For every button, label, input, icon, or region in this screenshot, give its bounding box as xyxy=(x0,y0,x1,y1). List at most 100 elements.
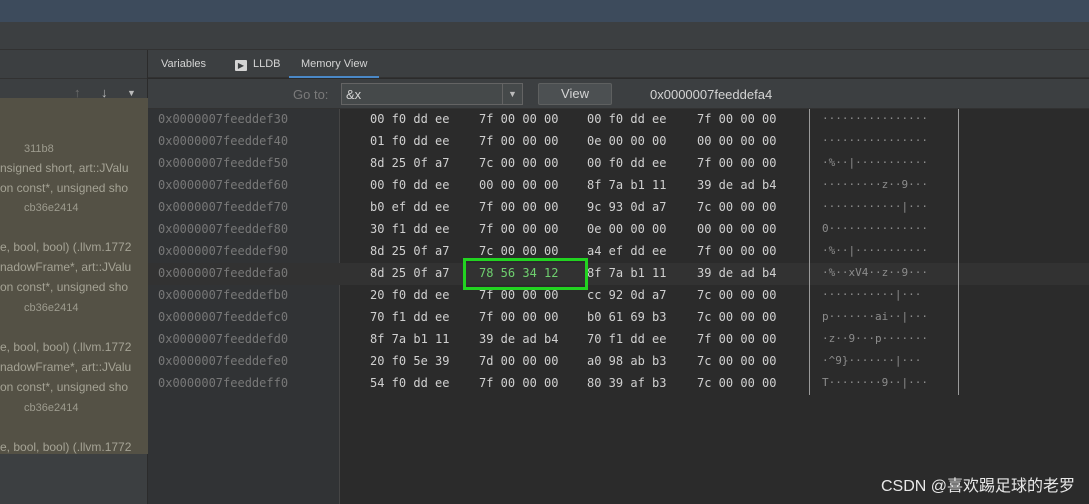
memory-address: 0x0000007feeddefa0 xyxy=(158,266,289,280)
highlight-box xyxy=(463,258,588,290)
memory-bytes: 8d 25 0f a7 xyxy=(370,244,450,258)
memory-address: 0x0000007feeddefb0 xyxy=(158,288,289,302)
memory-address: 0x0000007feeddef90 xyxy=(158,244,289,258)
frame-text[interactable]: e, bool, bool) (.llvm.1772 xyxy=(0,440,131,454)
memory-ascii: ·%··|··········· xyxy=(822,156,928,169)
memory-ascii: ···········|··· xyxy=(822,288,922,301)
frame-text[interactable]: e, bool, bool) (.llvm.1772 xyxy=(0,340,131,354)
memory-bytes: 7c 00 00 00 xyxy=(697,288,777,302)
memory-ascii: ················ xyxy=(822,134,928,147)
memory-row[interactable]: 0x0000007feeddefd0 8f 7a b1 11 39 de ad b4… xyxy=(148,329,1089,351)
memory-row[interactable]: 0x0000007feeddef90 8d 25 0f a7 7c 00 00 00… xyxy=(148,241,1089,263)
memory-address: 0x0000007feeddef60 xyxy=(158,178,289,192)
memory-row[interactable]: 0x0000007feeddef30 00 f0 dd ee 7f 00 00 00… xyxy=(148,109,1089,131)
memory-row[interactable]: 0x0000007feeddef70 b0 ef dd ee 7f 00 00 00… xyxy=(148,197,1089,219)
frame-text: cb36e2414 xyxy=(24,202,79,214)
memory-row[interactable]: 0x0000007feeddef50 8d 25 0f a7 7c 00 00 00… xyxy=(148,153,1089,175)
view-button[interactable]: View xyxy=(538,83,612,105)
memory-bytes: 7f 00 00 00 xyxy=(479,310,559,324)
goto-bar: Go to: ▼ View 0x0000007feeddefa4 xyxy=(148,79,1089,109)
memory-bytes: 7f 00 00 00 xyxy=(479,376,559,390)
memory-bytes: 7f 00 00 00 xyxy=(479,200,559,214)
memory-bytes: 00 00 00 00 xyxy=(697,134,777,148)
memory-bytes: 00 00 00 00 xyxy=(697,222,777,236)
frame-text: cb36e2414 xyxy=(24,302,79,314)
frame-text[interactable]: on const*, unsigned sho xyxy=(0,280,128,294)
memory-bytes: 39 de ad b4 xyxy=(479,332,559,346)
memory-address: 0x0000007feeddefd0 xyxy=(158,332,289,346)
memory-row[interactable]: 0x0000007feeddef80 30 f1 dd ee 7f 00 00 00… xyxy=(148,219,1089,241)
memory-address: 0x0000007feeddef70 xyxy=(158,200,289,214)
tab-variables[interactable]: Variables xyxy=(161,50,206,78)
frame-text: 311b8 xyxy=(24,143,54,155)
memory-address: 0x0000007feeddef50 xyxy=(158,156,289,170)
memory-bytes: 7c 00 00 00 xyxy=(697,310,777,324)
memory-bytes: 9c 93 0d a7 xyxy=(587,200,667,214)
memory-bytes: 80 39 af b3 xyxy=(587,376,667,390)
memory-row[interactable]: 0x0000007feeddefb0 20 f0 dd ee 7f 00 00 00… xyxy=(148,285,1089,307)
frame-text[interactable]: on const*, unsigned sho xyxy=(0,181,128,195)
memory-address: 0x0000007feeddefc0 xyxy=(158,310,289,324)
goto-input[interactable] xyxy=(346,87,496,101)
dropdown-icon[interactable]: ▼ xyxy=(127,88,136,98)
memory-address: 0x0000007feeddef40 xyxy=(158,134,289,148)
memory-bytes: 7f 00 00 00 xyxy=(697,332,777,346)
main-toolbar xyxy=(0,22,1089,50)
memory-bytes: 70 f1 dd ee xyxy=(587,332,667,346)
memory-bytes: 39 de ad b4 xyxy=(697,266,777,280)
memory-bytes: 54 f0 dd ee xyxy=(370,376,450,390)
frames-panel-top xyxy=(0,50,147,78)
tab-lldb[interactable]: ▶ LLDB xyxy=(235,50,281,78)
memory-bytes: 7f 00 00 00 xyxy=(479,288,559,302)
memory-row[interactable]: 0x0000007feeddefc0 70 f1 dd ee 7f 00 00 00… xyxy=(148,307,1089,329)
memory-row[interactable]: 0x0000007feeddef40 01 f0 dd ee 7f 00 00 00… xyxy=(148,131,1089,153)
memory-bytes: 7f 00 00 00 xyxy=(479,134,559,148)
memory-bytes: cc 92 0d a7 xyxy=(587,288,667,302)
memory-bytes: a4 ef dd ee xyxy=(587,244,667,258)
goto-label: Go to: xyxy=(293,87,329,102)
frame-text: cb36e2414 xyxy=(24,402,79,414)
goto-combobox[interactable]: ▼ xyxy=(341,83,523,105)
memory-ascii: ·········z··9··· xyxy=(822,178,928,191)
memory-view: 0x0000007feeddef30 00 f0 dd ee 7f 00 00 00… xyxy=(148,109,1089,504)
memory-bytes: b0 61 69 b3 xyxy=(587,310,667,324)
memory-address: 0x0000007feeddef80 xyxy=(158,222,289,236)
memory-ascii: ·^9}·······|··· xyxy=(822,354,922,367)
memory-bytes: 00 f0 dd ee xyxy=(587,112,667,126)
frames-list: 311b8 nsigned short, art::JValu on const… xyxy=(0,98,148,454)
memory-row[interactable]: 0x0000007feeddefa0 8d 25 0f a7 78 56 34 12… xyxy=(148,263,1089,285)
memory-bytes: 7f 00 00 00 xyxy=(479,222,559,236)
watermark: CSDN @喜欢踢足球的老罗 xyxy=(880,478,1075,495)
memory-ascii: 0··············· xyxy=(822,222,928,235)
tab-label: Memory View xyxy=(301,58,368,70)
memory-bytes: 8d 25 0f a7 xyxy=(370,266,450,280)
memory-bytes: 20 f0 5e 39 xyxy=(370,354,450,368)
frame-text[interactable]: e, bool, bool) (.llvm.1772 xyxy=(0,240,131,254)
memory-row[interactable]: 0x0000007feeddef60 00 f0 dd ee 00 00 00 00… xyxy=(148,175,1089,197)
terminal-icon: ▶ xyxy=(235,60,247,71)
chevron-down-icon[interactable]: ▼ xyxy=(502,84,522,104)
tab-memory-view[interactable]: Memory View xyxy=(288,50,380,78)
memory-ascii: ·z··9···p······· xyxy=(822,332,928,345)
memory-address: 0x0000007feeddefe0 xyxy=(158,354,289,368)
debugger-tabs: Variables ▶ LLDB Memory View xyxy=(148,50,1089,78)
ascii-separator-right xyxy=(958,109,959,395)
memory-ascii: p·······ai··|··· xyxy=(822,310,928,323)
memory-row[interactable]: 0x0000007feeddefe0 20 f0 5e 39 7d 00 00 00… xyxy=(148,351,1089,373)
frame-text[interactable]: nadowFrame*, art::JValu xyxy=(0,260,131,274)
memory-row[interactable]: 0x0000007feeddeff0 54 f0 dd ee 7f 00 00 00… xyxy=(148,373,1089,395)
memory-bytes: 01 f0 dd ee xyxy=(370,134,450,148)
memory-bytes: 7f 00 00 00 xyxy=(697,244,777,258)
tab-label: Variables xyxy=(161,58,207,70)
memory-bytes: 39 de ad b4 xyxy=(697,178,777,192)
frame-text[interactable]: on const*, unsigned sho xyxy=(0,380,128,394)
memory-bytes: 70 f1 dd ee xyxy=(370,310,450,324)
memory-bytes: 8f 7a b1 11 xyxy=(587,178,667,192)
memory-bytes: 7f 00 00 00 xyxy=(697,112,777,126)
current-address: 0x0000007feeddefa4 xyxy=(650,87,773,102)
frame-text[interactable]: nsigned short, art::JValu xyxy=(0,161,129,175)
memory-bytes: 00 00 00 00 xyxy=(479,178,559,192)
ascii-separator-left xyxy=(809,109,810,395)
frame-text[interactable]: nadowFrame*, art::JValu xyxy=(0,360,131,374)
memory-bytes: 7c 00 00 00 xyxy=(479,244,559,258)
